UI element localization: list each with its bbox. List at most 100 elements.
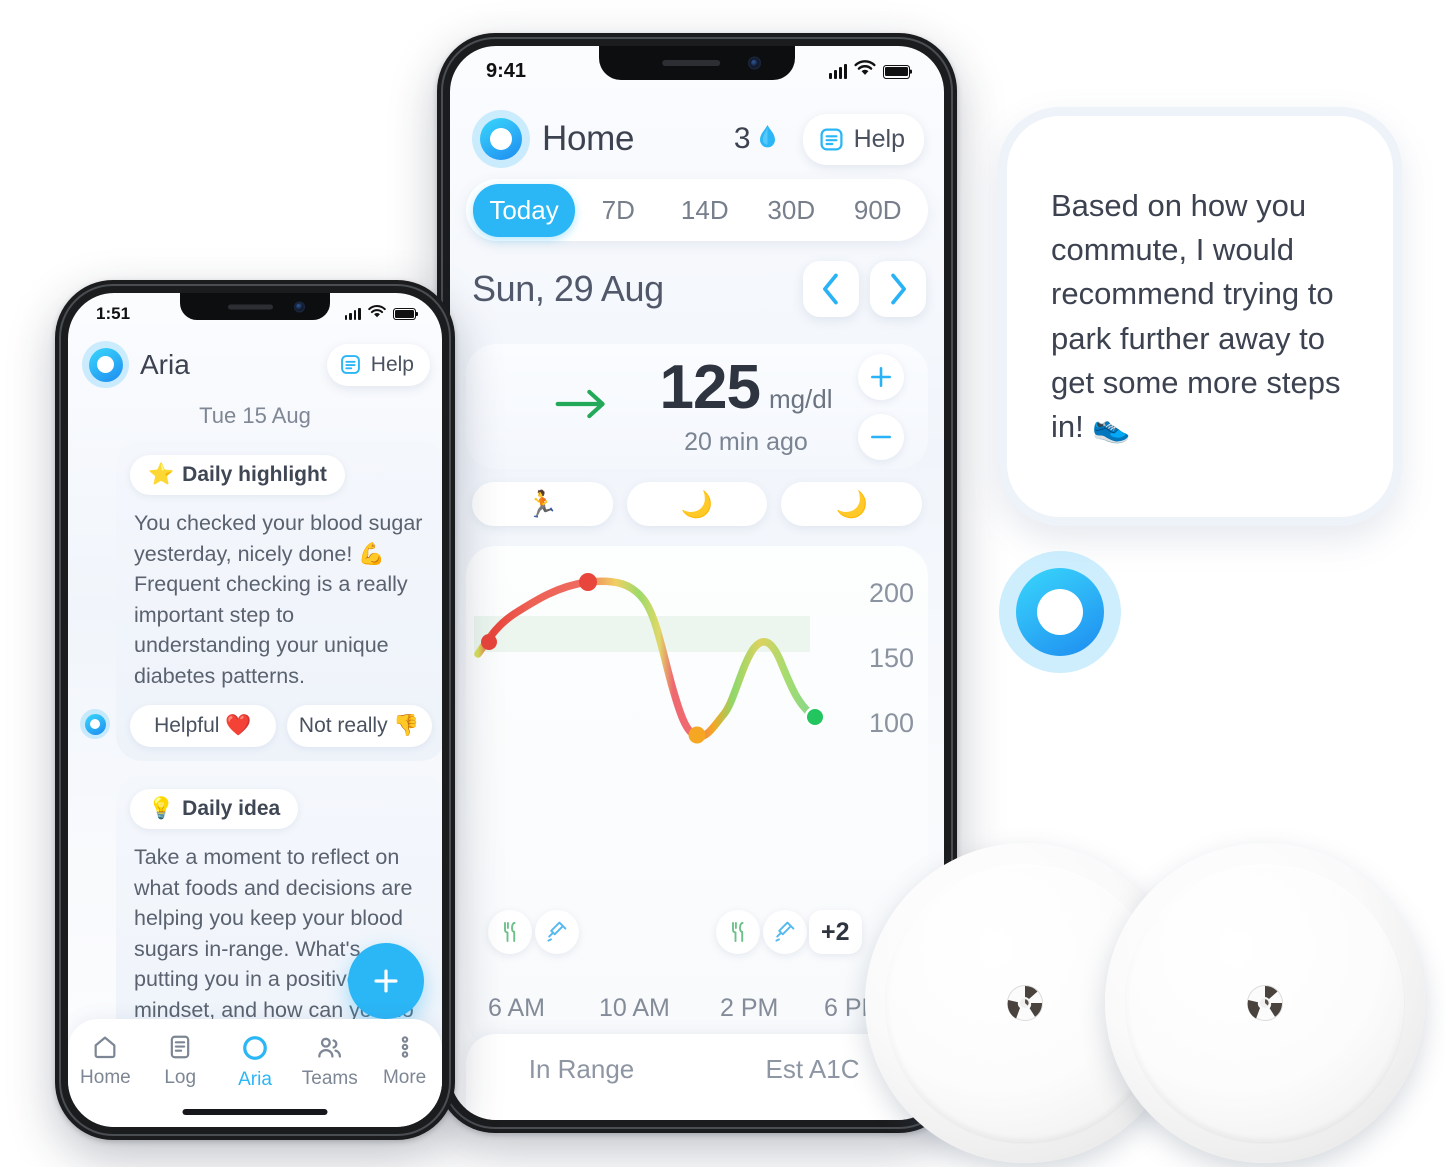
- chevron-left-icon: [823, 273, 838, 305]
- tab-home[interactable]: Home: [68, 1033, 143, 1089]
- aria-header: Aria Help: [68, 341, 442, 388]
- x-tick-2pm: 2 PM: [720, 994, 779, 1022]
- speaker-grill: [662, 60, 721, 66]
- aria-orb-icon: [80, 709, 110, 740]
- prev-day-button[interactable]: [803, 261, 859, 317]
- day-separator: Tue 15 Aug: [199, 403, 311, 428]
- insulin-syringe-icon: [535, 910, 579, 954]
- chevron-right-icon: [891, 273, 906, 305]
- center-phone-screen: 9:41 Home 3 Help Today 7D 14D 30D 90D Su…: [450, 46, 944, 1120]
- activity-pill-exercise[interactable]: 🏃: [472, 482, 613, 526]
- increase-button[interactable]: [858, 353, 904, 400]
- meal-fork-knife-icon: [716, 910, 760, 954]
- streak-badge: 3: [734, 122, 777, 156]
- front-camera-icon: [748, 56, 761, 70]
- left-help-label: Help: [370, 352, 414, 376]
- home-indicator: [182, 1109, 328, 1115]
- event-group-morning[interactable]: [488, 910, 579, 954]
- summary-stats-card: In Range Est A1C: [466, 1034, 928, 1120]
- y-tick-200: 200: [868, 578, 914, 608]
- aria-orb-icon: [82, 341, 129, 388]
- chat-message: ⭐ Daily highlight You checked your blood…: [76, 441, 442, 762]
- sensor-hub: [1007, 985, 1043, 1021]
- message-tag-label: Daily highlight: [182, 463, 327, 486]
- running-person-icon: 🏃: [526, 488, 559, 519]
- message-avatar: [80, 709, 110, 740]
- glucose-line-chart: [474, 573, 826, 744]
- cellular-bars-icon: [829, 64, 847, 79]
- message-body: You checked your blood sugar yesterday, …: [134, 511, 423, 688]
- activity-pill-sleep-1[interactable]: 🌙: [626, 482, 768, 526]
- star-icon: ⭐: [148, 463, 175, 486]
- message-tag-label: Daily idea: [182, 797, 281, 821]
- feedback-row: Helpful ❤️ Not really 👎: [130, 705, 432, 748]
- more-events-badge[interactable]: +2: [809, 910, 862, 954]
- glucose-point-latest: [807, 709, 823, 725]
- tab-teams[interactable]: Teams: [292, 1033, 367, 1090]
- event-group-afternoon[interactable]: +2: [716, 910, 862, 954]
- aria-orb-icon: [999, 551, 1121, 673]
- tab-30d[interactable]: 30D: [748, 195, 834, 226]
- wifi-icon: [853, 60, 877, 83]
- activity-pill-row: 🏃 🌙 🌙: [472, 482, 923, 526]
- log-document-icon: [170, 1035, 190, 1059]
- tab-today[interactable]: Today: [473, 183, 576, 237]
- glucose-unit: mg/dl: [768, 383, 833, 414]
- helpful-button[interactable]: Helpful ❤️: [130, 705, 276, 748]
- speaker-grill: [228, 304, 273, 309]
- sensor-speckle-pattern: [1007, 986, 1043, 1020]
- lightbulb-icon: 💡: [148, 797, 175, 821]
- tab-more[interactable]: More: [367, 1033, 442, 1089]
- page-title: Home: [542, 119, 635, 158]
- notch: [599, 46, 795, 80]
- glucose-curve: [474, 577, 818, 741]
- tab-aria[interactable]: Aria: [218, 1033, 293, 1091]
- tab-teams-label: Teams: [301, 1068, 358, 1089]
- help-label: Help: [853, 124, 905, 153]
- aria-brand-orb: [999, 551, 1121, 673]
- tab-log[interactable]: Log: [143, 1033, 218, 1089]
- glucose-point-mid: [688, 726, 706, 744]
- not-really-button[interactable]: Not really 👎: [286, 705, 432, 748]
- plus-icon: [374, 969, 398, 993]
- x-tick-10am: 10 AM: [599, 994, 670, 1022]
- center-status-time: 9:41: [486, 60, 527, 82]
- tab-14d[interactable]: 14D: [662, 195, 748, 226]
- home-icon: [94, 1036, 116, 1059]
- tab-7d[interactable]: 7D: [575, 195, 661, 226]
- sensor-hub: [1247, 985, 1283, 1021]
- decrease-button[interactable]: [858, 413, 904, 460]
- stat-in-range[interactable]: In Range: [466, 1054, 697, 1085]
- message-bubble: ⭐ Daily highlight You checked your blood…: [116, 441, 442, 762]
- aria-orb-icon[interactable]: [472, 110, 530, 168]
- left-status-time: 1:51: [96, 304, 131, 323]
- aria-suggestion-card: Based on how you commute, I would recomm…: [998, 107, 1402, 526]
- tab-90d[interactable]: 90D: [835, 195, 921, 226]
- sensor-body: [1126, 864, 1404, 1142]
- crescent-moon-icon: 🌙: [835, 488, 868, 519]
- add-entry-fab[interactable]: [348, 943, 424, 1019]
- y-tick-100: 100: [868, 708, 914, 738]
- cellular-bars-icon: [344, 308, 361, 320]
- next-day-button[interactable]: [870, 261, 926, 317]
- battery-icon: [393, 308, 416, 320]
- tab-home-label: Home: [80, 1067, 131, 1088]
- help-button[interactable]: Help: [802, 113, 924, 165]
- glucose-reading-card: 125 mg/dl 20 min ago: [466, 344, 928, 469]
- glucose-point-high-1: [481, 634, 497, 650]
- tab-aria-label: Aria: [238, 1069, 272, 1090]
- battery-icon: [883, 64, 910, 79]
- range-tab-bar: Today 7D 14D 30D 90D: [466, 179, 928, 241]
- left-phone-screen: 1:51 Aria Help Tue 15 Aug ⭐ Daily highli…: [68, 293, 442, 1127]
- left-phone-frame: 1:51 Aria Help Tue 15 Aug ⭐ Daily highli…: [55, 280, 455, 1140]
- current-date: Sun, 29 Aug: [472, 268, 664, 309]
- document-icon: [339, 353, 362, 376]
- left-help-button[interactable]: Help: [326, 343, 430, 386]
- y-tick-150: 150: [868, 643, 914, 673]
- message-tag: ⭐ Daily highlight: [130, 455, 345, 495]
- aria-orb-icon: [243, 1036, 267, 1060]
- teams-people-icon: [318, 1037, 342, 1058]
- activity-pill-sleep-2[interactable]: 🌙: [781, 482, 923, 526]
- cgm-sensor-icon: [1105, 843, 1425, 1163]
- glucose-chart-card[interactable]: 200 150 100 +2 6 AM 10 AM 2 PM 6 PM: [466, 546, 928, 1048]
